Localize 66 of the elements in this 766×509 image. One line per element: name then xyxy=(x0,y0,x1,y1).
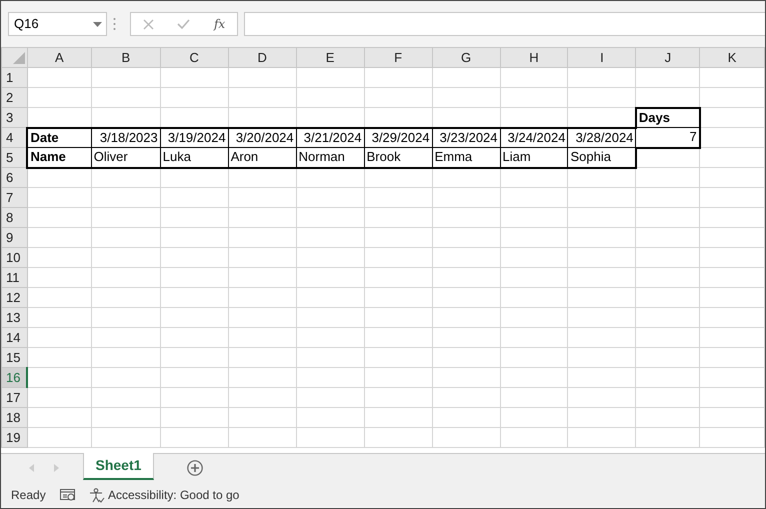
cancel-icon[interactable] xyxy=(142,18,154,30)
table-cell: Liam xyxy=(500,148,568,168)
row-header[interactable]: 5 xyxy=(2,148,28,168)
macro-recorder-icon[interactable] xyxy=(60,488,75,502)
table-cell: Oliver xyxy=(91,148,160,168)
row-header[interactable]: 9 xyxy=(2,228,28,248)
row-header[interactable]: 12 xyxy=(2,288,28,308)
row-header[interactable]: 10 xyxy=(2,248,28,268)
table-cell: Name xyxy=(27,148,92,168)
table-cell: Aron xyxy=(228,148,296,168)
row-header[interactable]: 14 xyxy=(2,328,28,348)
row-header[interactable]: 3 xyxy=(2,108,28,128)
column-header[interactable]: D xyxy=(228,48,296,68)
table-cell: Date xyxy=(27,128,92,148)
row-header[interactable]: 19 xyxy=(2,428,28,448)
row-header[interactable]: 8 xyxy=(2,208,28,228)
column-header[interactable]: C xyxy=(160,48,228,68)
table-cell: 3/20/2024 xyxy=(228,128,296,148)
column-header[interactable]: F xyxy=(364,48,432,68)
column-header[interactable]: I xyxy=(568,48,636,68)
column-header[interactable]: J xyxy=(636,48,700,68)
table-cell: Days xyxy=(636,108,700,128)
column-header[interactable]: K xyxy=(700,48,764,68)
column-header[interactable]: G xyxy=(432,48,500,68)
grip-icon xyxy=(113,17,116,31)
table-cell: 7 xyxy=(636,128,700,148)
table-cell: 3/23/2024 xyxy=(432,128,500,148)
row-header[interactable]: 7 xyxy=(2,188,28,208)
table-cell: 3/19/2024 xyxy=(160,128,228,148)
accessibility-status[interactable]: Accessibility: Good to go xyxy=(108,486,240,504)
row-header[interactable]: 2 xyxy=(2,88,28,108)
row-header[interactable]: 18 xyxy=(2,408,28,428)
column-header[interactable]: E xyxy=(296,48,364,68)
scroll-left-icon[interactable] xyxy=(29,464,34,472)
table-cell: Norman xyxy=(296,148,364,168)
caret-icon[interactable] xyxy=(93,22,102,26)
name-box[interactable]: Q16 xyxy=(8,12,107,36)
scroll-right-icon[interactable] xyxy=(54,464,58,472)
row-header[interactable]: 13 xyxy=(2,308,28,328)
table-cell: 3/24/2024 xyxy=(500,128,568,148)
table-cell: 3/18/2023 xyxy=(91,128,160,148)
row-header[interactable]: 6 xyxy=(2,168,28,188)
row-header[interactable]: 15 xyxy=(2,348,28,368)
row-header[interactable]: 1 xyxy=(2,68,28,88)
row-header[interactable]: 17 xyxy=(2,388,28,408)
column-header[interactable]: A xyxy=(27,48,92,68)
insert-function-button[interactable]: fx xyxy=(214,15,226,33)
checkmark-icon[interactable] xyxy=(177,19,190,29)
row-header[interactable]: 4 xyxy=(2,128,28,148)
row-header[interactable]: 16 xyxy=(2,368,28,388)
row-header[interactable]: 11 xyxy=(2,268,28,288)
column-header[interactable]: H xyxy=(500,48,568,68)
status-text: Ready xyxy=(11,487,46,504)
table-cell: 3/29/2024 xyxy=(364,128,432,148)
table-cell: 3/28/2024 xyxy=(568,128,636,148)
select-all-icon[interactable] xyxy=(12,52,25,64)
table-cell: Brook xyxy=(364,148,432,168)
add-sheet-icon[interactable] xyxy=(187,460,204,476)
table-cell: Sophia xyxy=(568,148,636,168)
table-cell: Emma xyxy=(432,148,500,168)
formula-input[interactable] xyxy=(244,12,765,36)
table-cell: 3/21/2024 xyxy=(296,128,364,148)
accessibility-icon[interactable] xyxy=(88,488,105,502)
column-header[interactable]: B xyxy=(91,48,160,68)
table-cell: Luka xyxy=(160,148,228,168)
sheet-tab[interactable]: Sheet1 xyxy=(82,453,154,480)
